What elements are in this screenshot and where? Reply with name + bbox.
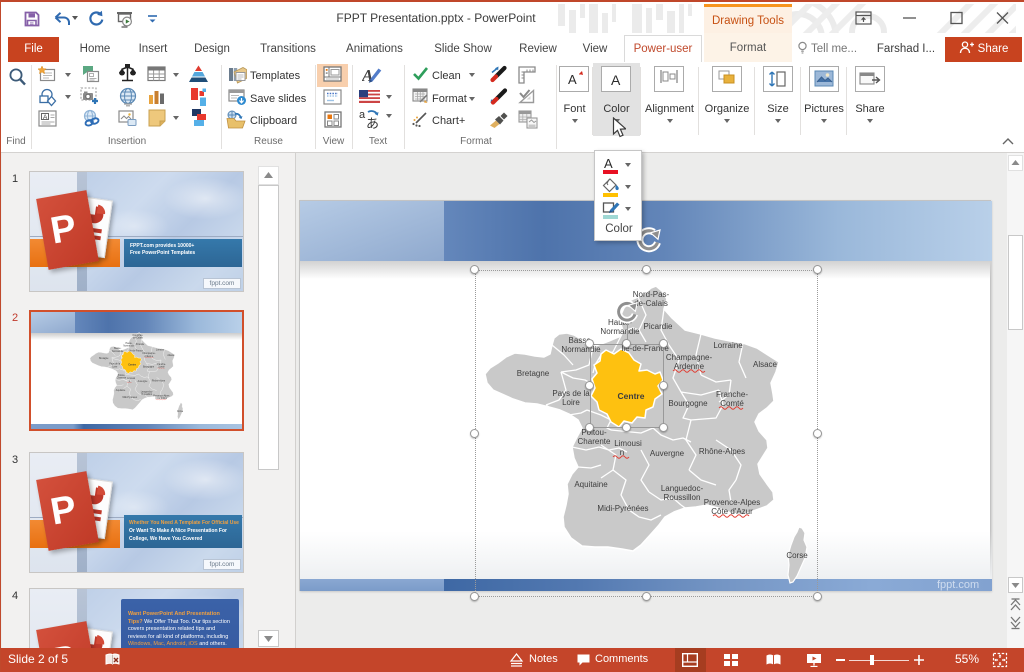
svg-text:a: a (359, 109, 366, 121)
svg-text:A: A (611, 72, 621, 88)
svg-text:あ: あ (366, 116, 379, 130)
svg-text:A: A (43, 114, 48, 121)
svg-text:A: A (362, 66, 373, 85)
svg-text:A: A (604, 156, 613, 171)
svg-text:A: A (568, 72, 577, 87)
